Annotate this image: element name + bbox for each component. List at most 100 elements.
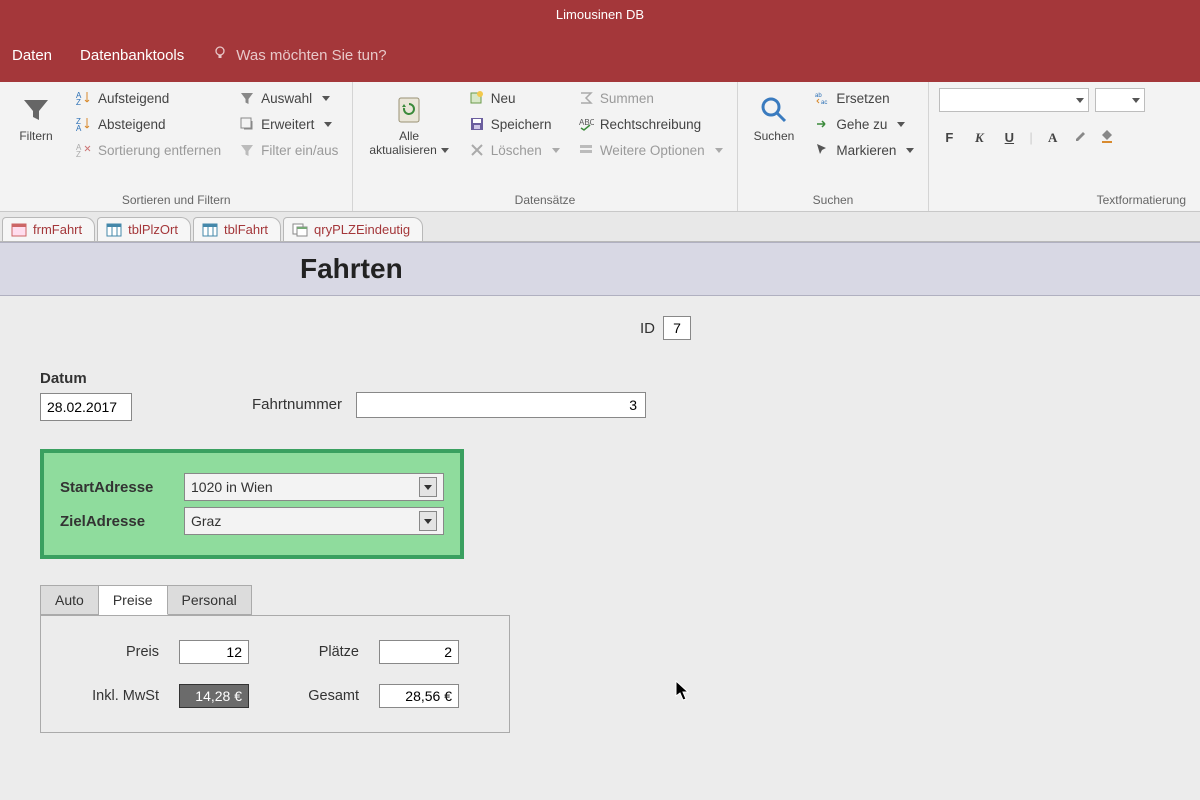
plaetze-label: Plätze — [269, 644, 359, 660]
spellcheck-icon: ABC — [578, 116, 594, 132]
replace-button[interactable]: abac Ersetzen — [810, 88, 918, 108]
spellcheck-button[interactable]: ABC Rechtschreibung — [574, 114, 727, 134]
svg-text:ac: ac — [821, 100, 827, 106]
funnel-small-icon — [239, 90, 255, 106]
font-color-button[interactable]: A — [1043, 130, 1063, 146]
preis-field[interactable] — [179, 640, 249, 664]
sort-ascending-button[interactable]: AZ Aufsteigend — [72, 88, 225, 108]
sort-asc-icon: AZ — [76, 90, 92, 106]
form-area: Fahrten ID Datum Fahrtnummer StartAdress… — [0, 242, 1200, 800]
totals-button[interactable]: Summen — [574, 88, 727, 108]
subtab-personal[interactable]: Personal — [168, 585, 252, 615]
chevron-down-icon — [437, 143, 449, 157]
italic-button[interactable]: K — [969, 130, 989, 146]
zieladresse-combo[interactable]: Graz — [184, 507, 444, 535]
sort-desc-icon: ZA — [76, 116, 92, 132]
chevron-down-icon — [320, 117, 332, 132]
tell-me-placeholder: Was möchten Sie tun? — [236, 47, 386, 64]
remove-sort-icon: AZ — [76, 142, 92, 158]
mwst-label: Inkl. MwSt — [69, 688, 159, 704]
delete-button[interactable]: Löschen — [465, 140, 564, 160]
filter-button[interactable]: Filtern — [10, 88, 62, 150]
save-button[interactable]: Speichern — [465, 114, 564, 134]
chevron-down-icon — [1076, 98, 1084, 103]
object-tab-bar: frmFahrt tblPlzOrt tblFahrt qryPLZEindeu… — [0, 212, 1200, 242]
sort-descending-button[interactable]: ZA Absteigend — [72, 114, 225, 134]
ribbon-group-records: Alle aktualisieren Neu Speichern Löschen — [353, 82, 737, 211]
chevron-down-icon — [548, 143, 560, 158]
search-icon — [758, 94, 790, 126]
gesamt-label: Gesamt — [269, 688, 359, 704]
replace-icon: abac — [814, 90, 830, 106]
id-label: ID — [640, 320, 655, 337]
underline-button[interactable]: U — [999, 130, 1019, 145]
chevron-down-icon — [318, 91, 330, 106]
delete-icon — [469, 142, 485, 158]
sigma-icon — [578, 90, 594, 106]
datum-field[interactable] — [40, 393, 132, 421]
mwst-field[interactable] — [179, 684, 249, 708]
address-box: StartAdresse 1020 in Wien ZielAdresse Gr… — [40, 449, 464, 559]
table-icon — [106, 223, 122, 237]
subtab-bar: Auto Preise Personal — [40, 585, 1160, 615]
group-label-find: Suchen — [748, 191, 919, 207]
chevron-down-icon — [419, 511, 437, 531]
subtab-panel-preise: Preis Plätze Inkl. MwSt Gesamt — [40, 615, 510, 733]
goto-button[interactable]: Gehe zu — [810, 114, 918, 134]
chevron-down-icon — [1132, 98, 1140, 103]
gesamt-field[interactable] — [379, 684, 459, 708]
advanced-filter-icon — [239, 116, 255, 132]
ribbon: Filtern AZ Aufsteigend ZA Absteigend AZ … — [0, 82, 1200, 212]
subtab-preise[interactable]: Preise — [99, 585, 168, 615]
plaetze-field[interactable] — [379, 640, 459, 664]
zieladresse-label: ZielAdresse — [60, 513, 170, 530]
startadresse-combo[interactable]: 1020 in Wien — [184, 473, 444, 501]
svg-text:Z: Z — [76, 150, 81, 158]
selection-filter-button[interactable]: Auswahl — [235, 88, 342, 108]
save-icon — [469, 116, 485, 132]
query-icon — [292, 223, 308, 237]
id-field[interactable] — [663, 316, 691, 340]
new-icon — [469, 90, 485, 106]
ribbon-group-sort-filter: Filtern AZ Aufsteigend ZA Absteigend AZ … — [0, 82, 353, 211]
toggle-filter-button[interactable]: Filter ein/aus — [235, 140, 342, 160]
svg-text:A: A — [76, 124, 82, 132]
tab-frmfahrt[interactable]: frmFahrt — [2, 217, 95, 241]
fahrtnummer-field[interactable] — [356, 392, 646, 418]
fill-color-icon[interactable] — [1099, 128, 1115, 147]
form-icon — [11, 223, 27, 237]
group-label-records: Datensätze — [363, 191, 726, 207]
font-size-combo[interactable] — [1095, 88, 1145, 112]
tab-tblfahrt[interactable]: tblFahrt — [193, 217, 281, 241]
tab-qryplzeindeutig[interactable]: qryPLZEindeutig — [283, 217, 423, 241]
datum-label: Datum — [40, 370, 132, 387]
svg-text:Z: Z — [76, 98, 81, 106]
advanced-filter-button[interactable]: Erweitert — [235, 114, 342, 134]
more-options-button[interactable]: Weitere Optionen — [574, 140, 727, 160]
chevron-down-icon — [711, 143, 723, 158]
highlight-icon[interactable] — [1073, 128, 1089, 147]
chevron-down-icon — [419, 477, 437, 497]
tell-me-search[interactable]: Was möchten Sie tun? — [212, 45, 386, 65]
subtab-auto[interactable]: Auto — [40, 585, 99, 615]
tab-tblplzort[interactable]: tblPlzOrt — [97, 217, 191, 241]
more-icon — [578, 142, 594, 158]
title-bar: Limousinen DB — [0, 0, 1200, 28]
chevron-down-icon — [902, 143, 914, 158]
find-button[interactable]: Suchen — [748, 88, 801, 150]
refresh-all-button[interactable]: Alle aktualisieren — [363, 88, 454, 164]
lightbulb-icon — [212, 45, 228, 65]
startadresse-label: StartAdresse — [60, 479, 170, 496]
goto-icon — [814, 116, 830, 132]
menu-daten[interactable]: Daten — [12, 47, 52, 64]
chevron-down-icon — [893, 117, 905, 132]
cursor-icon — [814, 142, 830, 158]
new-record-button[interactable]: Neu — [465, 88, 564, 108]
bold-button[interactable]: F — [939, 130, 959, 145]
group-label-text-format: Textformatierung — [939, 191, 1190, 207]
fahrtnummer-label: Fahrtnummer — [252, 396, 342, 413]
remove-sort-button[interactable]: AZ Sortierung entfernen — [72, 140, 225, 160]
select-button[interactable]: Markieren — [810, 140, 918, 160]
font-name-combo[interactable] — [939, 88, 1089, 112]
menu-datenbanktools[interactable]: Datenbanktools — [80, 47, 184, 64]
